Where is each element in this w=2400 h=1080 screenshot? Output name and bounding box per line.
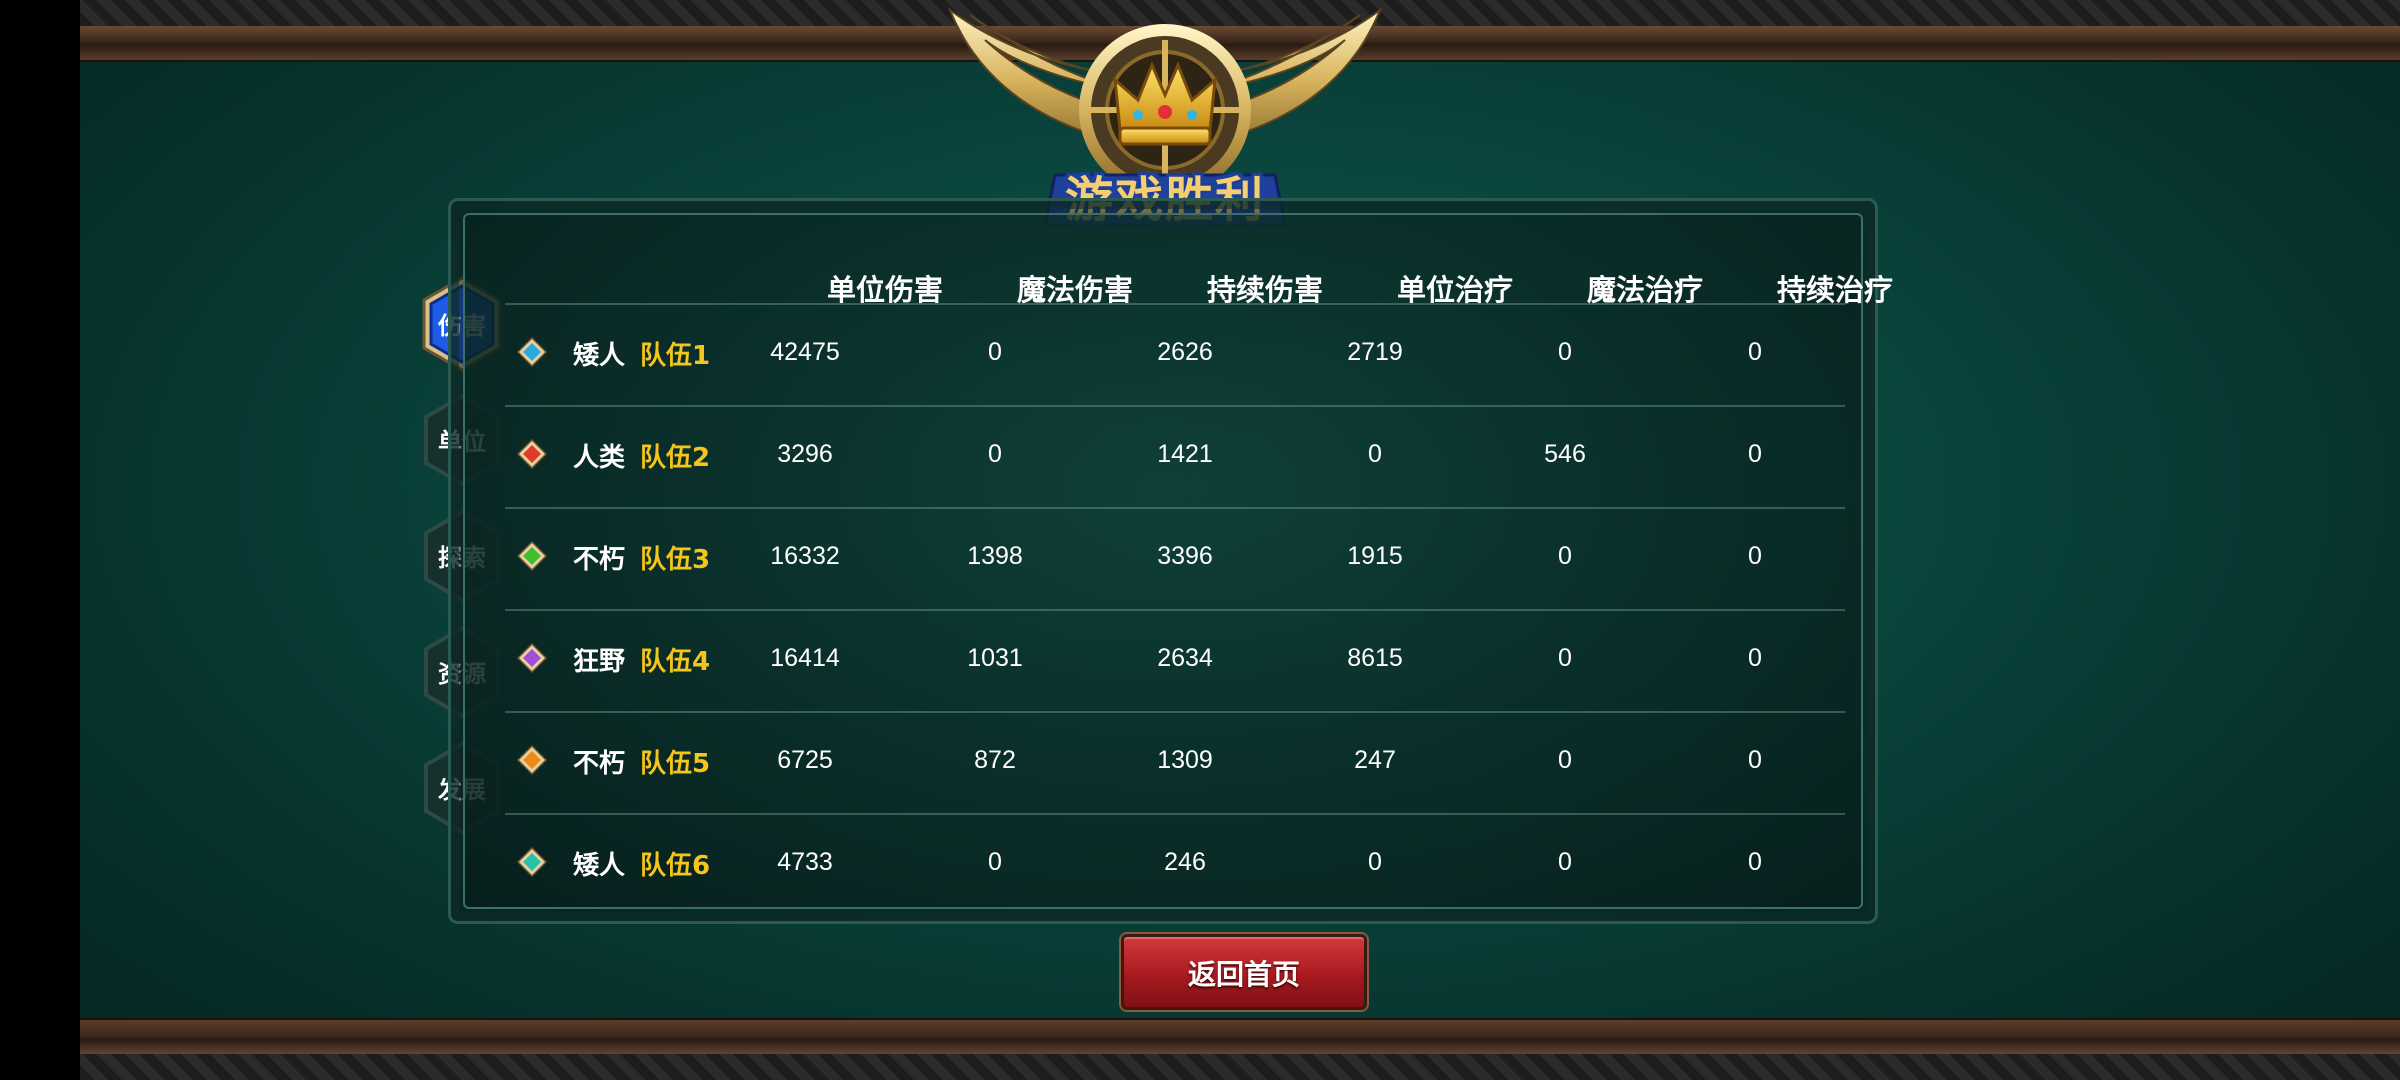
stat-value: 0 (1748, 440, 1762, 468)
stat-value: 0 (988, 848, 1002, 876)
stat-value: 1398 (967, 542, 1023, 570)
return-home-button[interactable]: 返回首页 (1121, 934, 1367, 1010)
stat-value: 0 (1368, 440, 1382, 468)
race-name: 人类 (573, 443, 626, 473)
diamond-gem-icon (517, 745, 547, 775)
stat-value: 6725 (777, 746, 833, 774)
table-row: 人类 队伍2 3296 0 1421 0 546 0 (505, 407, 1845, 508)
team-name: 队伍2 (640, 443, 711, 473)
stat-value: 0 (1558, 746, 1572, 774)
stat-value: 246 (1164, 848, 1206, 876)
stat-value: 8615 (1347, 644, 1403, 672)
stat-value: 0 (1748, 644, 1762, 672)
bottom-border-pattern (80, 1054, 2400, 1080)
race-name: 不朽 (573, 749, 626, 779)
team-name: 队伍6 (640, 851, 711, 881)
stat-value: 0 (988, 440, 1002, 468)
stat-value: 3296 (777, 440, 833, 468)
screen: 游戏胜利 伤害 单位 探索 资源 发展 单位伤害 魔法 (0, 0, 2400, 1080)
table-row: 矮人 队伍6 4733 0 246 0 0 0 (505, 815, 1845, 916)
stat-value: 0 (1748, 338, 1762, 366)
stat-value: 1915 (1347, 542, 1403, 570)
stat-value: 42475 (770, 338, 840, 366)
table-row: 不朽 队伍3 16332 1398 3396 1915 0 0 (505, 509, 1845, 610)
team-name: 队伍1 (640, 341, 711, 371)
stat-value: 0 (988, 338, 1002, 366)
stats-panel: 单位伤害 魔法伤害 持续伤害 单位治疗 魔法治疗 持续治疗 矮人 队伍1 424… (448, 198, 1893, 924)
diamond-gem-icon (517, 847, 547, 877)
race-name: 狂野 (573, 647, 626, 677)
stat-value: 16414 (770, 644, 840, 672)
stat-value: 546 (1544, 440, 1586, 468)
stat-value: 0 (1558, 644, 1572, 672)
diamond-gem-icon (517, 643, 547, 673)
race-name: 矮人 (573, 851, 626, 881)
diamond-gem-icon (517, 541, 547, 571)
diamond-gem-icon (517, 439, 547, 469)
race-name: 不朽 (573, 545, 626, 575)
diamond-gem-icon (517, 337, 547, 367)
table-row: 矮人 队伍1 42475 0 2626 2719 0 0 (505, 305, 1845, 406)
race-name: 矮人 (573, 341, 626, 371)
stat-value: 2626 (1157, 338, 1213, 366)
team-name: 队伍5 (640, 749, 711, 779)
stat-value: 0 (1558, 542, 1572, 570)
stat-value: 0 (1748, 848, 1762, 876)
bottom-border-wood (80, 1018, 2400, 1056)
stat-value: 0 (1748, 746, 1762, 774)
stat-value: 1309 (1157, 746, 1213, 774)
table-row: 狂野 队伍4 16414 1031 2634 8615 0 0 (505, 611, 1845, 712)
stat-value: 16332 (770, 542, 840, 570)
table-row: 不朽 队伍5 6725 872 1309 247 0 0 (505, 713, 1845, 814)
stat-value: 0 (1558, 848, 1572, 876)
stat-value: 872 (974, 746, 1016, 774)
stat-value: 247 (1354, 746, 1396, 774)
stat-value: 1031 (967, 644, 1023, 672)
stats-table: 单位伤害 魔法伤害 持续伤害 单位治疗 魔法治疗 持续治疗 矮人 队伍1 424… (463, 213, 1893, 909)
return-home-label: 返回首页 (1187, 958, 1300, 991)
team-name: 队伍3 (640, 545, 711, 575)
stat-value: 1421 (1157, 440, 1213, 468)
stat-value: 2719 (1347, 338, 1403, 366)
stat-value: 2634 (1157, 644, 1213, 672)
stat-value: 3396 (1157, 542, 1213, 570)
team-name: 队伍4 (640, 647, 711, 677)
stat-value: 4733 (777, 848, 833, 876)
stat-value: 0 (1748, 542, 1762, 570)
stat-value: 0 (1558, 338, 1572, 366)
stat-value: 0 (1368, 848, 1382, 876)
